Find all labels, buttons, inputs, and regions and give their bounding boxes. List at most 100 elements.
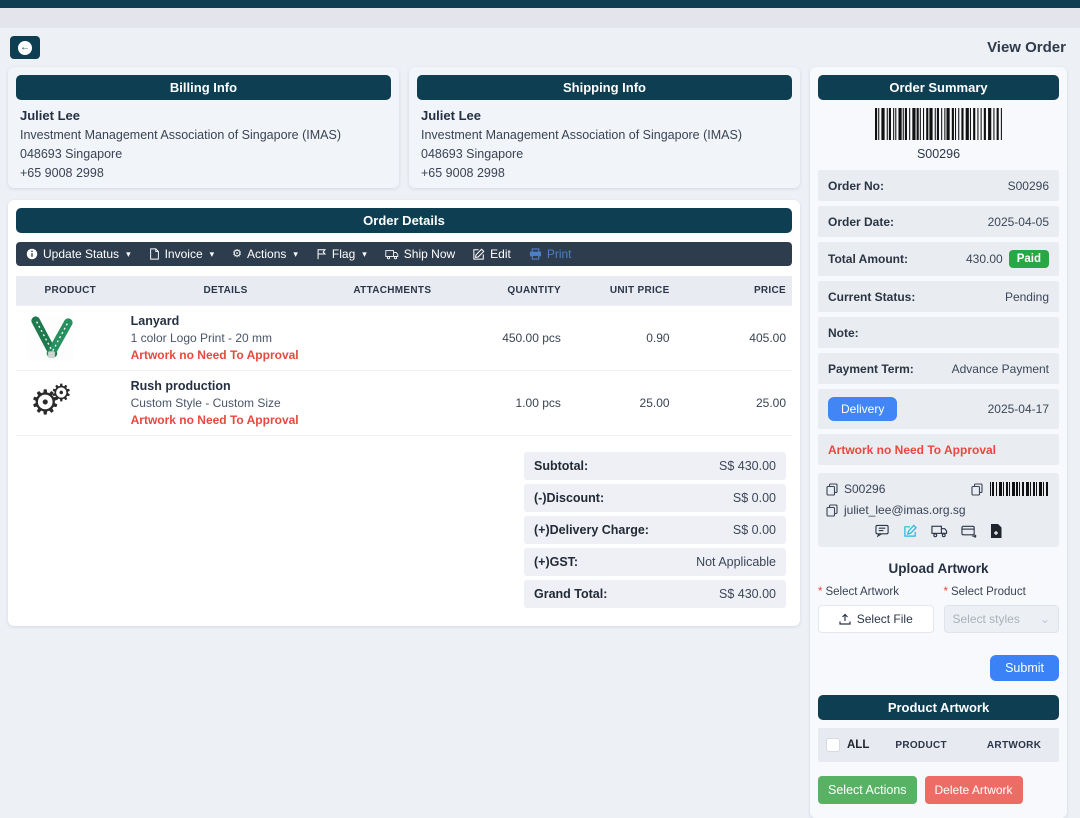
shipping-info-title: Shipping Info (417, 75, 792, 100)
add-file-icon[interactable] (990, 524, 1002, 538)
top-accent-bar (0, 0, 1080, 8)
order-no-row: Order No: S00296 (818, 170, 1059, 201)
print-button[interactable]: Print (529, 247, 572, 261)
shipping-company: Investment Management Association of Sin… (421, 128, 792, 142)
back-arrow-icon: ← (18, 41, 32, 55)
flag-button[interactable]: Flag ▾ (316, 247, 367, 261)
page-title: View Order (987, 39, 1066, 56)
lanyard-product-image (28, 315, 74, 361)
copy-icon[interactable] (826, 504, 838, 517)
back-button[interactable]: ← (10, 36, 40, 59)
required-asterisk: * (818, 586, 822, 598)
flag-icon (316, 248, 327, 260)
col-artwork: ARTWORK (987, 740, 1041, 751)
col-product: PRODUCT (16, 276, 125, 306)
upload-icon (839, 613, 851, 625)
delivery-button[interactable]: Delivery (828, 397, 897, 421)
artwork-note-row: Artwork no Need To Approval (818, 434, 1059, 465)
delivery-charge-row: (+)Delivery Charge: S$ 0.00 (524, 516, 786, 544)
col-price: PRICE (676, 276, 792, 306)
product-quantity: 1.00 pcs (458, 371, 567, 436)
top-secondary-bar (0, 8, 1080, 28)
billing-address: 048693 Singapore (20, 147, 391, 161)
chevron-down-icon: ▾ (126, 249, 131, 260)
product-artwork-header-row: ALL PRODUCT ARTWORK (818, 728, 1059, 762)
order-summary-title: Order Summary (818, 75, 1059, 100)
product-detail: Custom Style - Custom Size (131, 396, 321, 410)
col-attachments: ATTACHMENTS (326, 276, 458, 306)
current-status-row: Current Status: Pending (818, 281, 1059, 312)
billing-info-title: Billing Info (16, 75, 391, 100)
artwork-note: Artwork no Need To Approval (828, 443, 996, 457)
billing-info-card: Billing Info Juliet Lee Investment Manag… (8, 67, 399, 188)
product-name: Rush production (131, 379, 321, 393)
update-status-button[interactable]: Update Status ▾ (26, 247, 131, 261)
col-unit-price: UNIT PRICE (567, 276, 676, 306)
delivery-row: Delivery 2025-04-17 (818, 389, 1059, 429)
ship-now-button[interactable]: Ship Now (385, 247, 455, 261)
product-unit-price: 0.90 (567, 306, 676, 371)
product-unit-price: 25.00 (567, 371, 676, 436)
product-attachments (326, 306, 458, 371)
products-table: PRODUCT DETAILS ATTACHMENTS QUANTITY UNI… (16, 276, 792, 436)
select-product-label: *Select Product (944, 586, 1060, 598)
chevron-down-icon: ▾ (210, 249, 215, 260)
product-attachments (326, 371, 458, 436)
delivery-truck-icon[interactable] (931, 524, 948, 538)
table-row: Lanyard 1 color Logo Print - 20 mm Artwo… (16, 306, 792, 371)
billing-phone: +65 9008 2998 (20, 166, 391, 180)
gears-icon: ⚙ (50, 382, 72, 406)
select-styles-dropdown[interactable]: Select styles ⌄ (944, 605, 1060, 633)
shipping-phone: +65 9008 2998 (421, 166, 792, 180)
order-details-card: Order Details Update Status ▾ Invoice ▾ … (8, 200, 800, 626)
chevron-down-icon: ▾ (293, 249, 298, 260)
product-artwork-note: Artwork no Need To Approval (131, 348, 321, 362)
totals-section: Subtotal: S$ 430.00 (-)Discount: S$ 0.00… (524, 452, 786, 608)
message-log-icon[interactable] (875, 524, 890, 538)
edit-artwork-icon[interactable] (903, 524, 918, 538)
col-product: PRODUCT (895, 740, 947, 751)
page-header: ← View Order (0, 28, 1080, 65)
select-actions-button[interactable]: Select Actions (818, 776, 917, 804)
copy-icon[interactable] (971, 483, 983, 496)
product-price: 25.00 (676, 371, 792, 436)
copy-icon[interactable] (826, 483, 838, 496)
select-artwork-label: *Select Artwork (818, 586, 934, 598)
payment-card-icon[interactable] (961, 524, 977, 538)
copy-order-no: S00296 (844, 482, 885, 496)
order-details-title: Order Details (16, 208, 792, 233)
barcode-label: S00296 (818, 147, 1059, 161)
delete-artwork-button[interactable]: Delete Artwork (925, 776, 1023, 804)
col-details: DETAILS (125, 276, 327, 306)
info-icon (26, 248, 38, 260)
chevron-down-icon: ⌄ (1040, 616, 1050, 622)
submit-button[interactable]: Submit (990, 655, 1059, 681)
edit-button[interactable]: Edit (473, 247, 511, 261)
invoice-button[interactable]: Invoice ▾ (149, 247, 215, 261)
shipping-address: 048693 Singapore (421, 147, 792, 161)
actions-button[interactable]: ⚙ Actions ▾ (232, 247, 298, 261)
rush-production-image: ⚙ ⚙ (28, 380, 74, 426)
truck-icon (385, 249, 399, 260)
order-date-row: Order Date: 2025-04-05 (818, 206, 1059, 237)
select-all-checkbox[interactable] (826, 738, 840, 752)
table-row: ⚙ ⚙ Rush production Custom Style - Custo… (16, 371, 792, 436)
chevron-down-icon: ▾ (362, 249, 367, 260)
select-file-button[interactable]: Select File (818, 605, 934, 633)
printer-icon (529, 248, 542, 260)
order-summary-card: Order Summary (810, 67, 1067, 818)
required-asterisk: * (944, 586, 948, 598)
total-amount-row: Total Amount: 430.00 Paid (818, 242, 1059, 276)
product-detail: 1 color Logo Print - 20 mm (131, 331, 321, 345)
invoice-file-icon (149, 248, 160, 260)
products-table-header: PRODUCT DETAILS ATTACHMENTS QUANTITY UNI… (16, 276, 792, 306)
order-barcode: S00296 (818, 100, 1059, 165)
upload-artwork-title: Upload Artwork (818, 561, 1059, 576)
note-row: Note: (818, 317, 1059, 348)
shipping-info-card: Shipping Info Juliet Lee Investment Mana… (409, 67, 800, 188)
shipping-name: Juliet Lee (421, 108, 792, 123)
billing-company: Investment Management Association of Sin… (20, 128, 391, 142)
gst-row: (+)GST: Not Applicable (524, 548, 786, 576)
paid-status-badge: Paid (1009, 250, 1049, 268)
copy-email: juliet_lee@imas.org.sg (844, 503, 966, 517)
